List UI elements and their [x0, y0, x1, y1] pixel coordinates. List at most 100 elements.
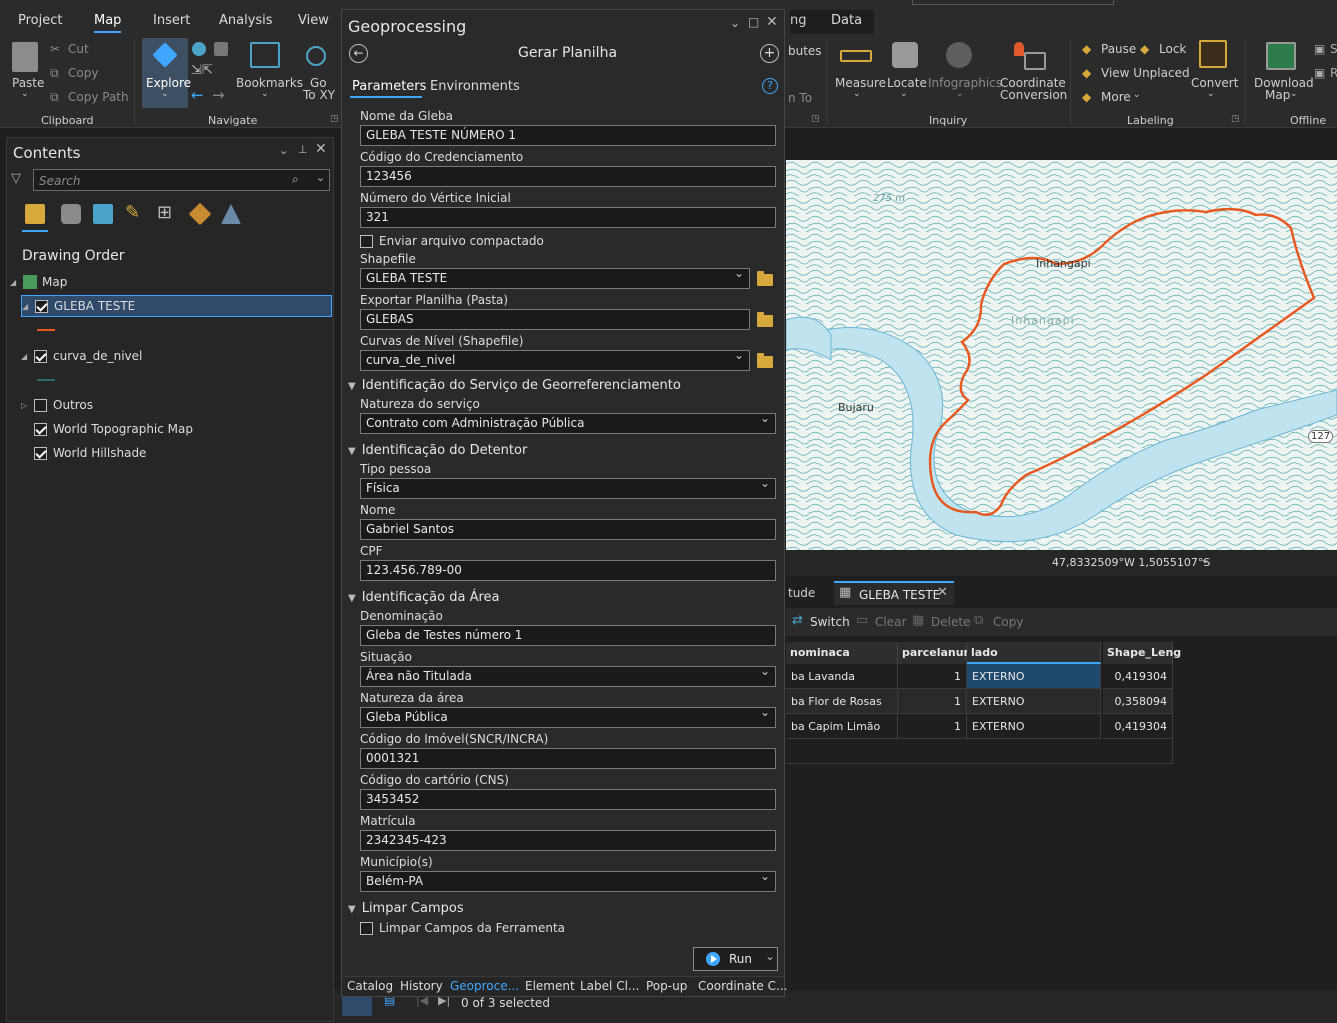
close-icon[interactable]: ✕ [937, 585, 948, 600]
table-tab-partial[interactable]: tude [788, 586, 815, 600]
codigo-credenciamento-input[interactable]: 123456 [360, 166, 776, 187]
forward-icon[interactable]: → [212, 86, 225, 104]
nome-gleba-input[interactable]: GLEBA TESTE NÚMERO 1 [360, 125, 776, 146]
nome-input[interactable]: Gabriel Santos [360, 519, 776, 540]
table-cell[interactable]: 0,358094 [1103, 689, 1173, 714]
map-view[interactable]: 275 m Inhangapi Inhangapi Bujaru 127 [786, 160, 1337, 550]
chevron-down-icon[interactable]: ⌄ [730, 16, 740, 30]
cut-button[interactable]: Cut [68, 42, 89, 56]
layer-gleba-teste[interactable]: ◢ GLEBA TESTE [21, 295, 332, 317]
list-by-perspective-icon[interactable] [221, 204, 241, 224]
layer-outros[interactable]: ▷ Outros [21, 394, 347, 416]
collapse-icon[interactable]: ▼ [348, 904, 356, 915]
map-canvas[interactable] [786, 160, 1337, 550]
search-icon[interactable]: ⌕ [292, 172, 299, 187]
section-detentor[interactable]: ▼ Identificação do Detentor [348, 443, 527, 458]
expand-icon[interactable]: ▷ [21, 401, 31, 410]
delete-button[interactable]: Delete [931, 615, 970, 629]
full-extent-icon[interactable]: ⇲⇱ [191, 63, 213, 78]
collapse-icon[interactable]: ▼ [348, 381, 356, 392]
natureza-servico-select[interactable]: Contrato com Administração Pública [360, 413, 776, 434]
browse-folder-icon[interactable] [757, 271, 773, 286]
pin-icon[interactable]: ⊥ [298, 143, 308, 156]
table-cell[interactable]: 0,419304 [1103, 664, 1173, 689]
collapse-icon[interactable]: ▼ [348, 446, 356, 457]
zoom-to-button[interactable]: n To [788, 91, 812, 105]
help-icon[interactable]: ? [762, 78, 778, 94]
layer-world-hillshade[interactable]: World Hillshade [34, 442, 360, 464]
tab-insert[interactable]: Insert [153, 13, 190, 28]
dialog-launcher-icon[interactable]: ◳ [1231, 114, 1240, 124]
table-cell[interactable]: 1 [898, 664, 967, 689]
browse-folder-icon[interactable] [757, 312, 773, 327]
pause-button[interactable]: Pause [1101, 42, 1136, 56]
more-button[interactable]: More [1101, 90, 1131, 104]
coordinates-readout[interactable]: 47,8332509°W 1,5055107°S [1052, 556, 1210, 569]
tab-coordinate-conversion[interactable]: Coordinate C... [698, 979, 787, 993]
visibility-checkbox[interactable] [34, 349, 47, 363]
explore-button[interactable]: Explore ⌄ [142, 38, 191, 108]
checkbox[interactable] [360, 921, 373, 935]
tab-view[interactable]: View [298, 13, 329, 28]
visibility-checkbox[interactable] [34, 422, 47, 436]
chevron-down-icon[interactable]: ⌄ [765, 949, 775, 963]
tab-analysis[interactable]: Analysis [219, 13, 273, 28]
table-cell[interactable]: 0,419304 [1103, 714, 1173, 739]
chevron-down-icon[interactable]: ⌄ [1200, 552, 1210, 566]
codigo-imovel-input[interactable]: 0001321 [360, 748, 776, 769]
matricula-input[interactable]: 2342345-423 [360, 830, 776, 851]
table-cell[interactable]: 1 [898, 689, 967, 714]
tipo-pessoa-select[interactable]: Física [360, 478, 776, 499]
table-cell[interactable]: EXTERNO [967, 689, 1101, 714]
tab-label-class[interactable]: Label Cl... [580, 979, 639, 993]
column-header-lado[interactable]: lado [967, 642, 1101, 664]
tab-project[interactable]: Project [18, 13, 62, 28]
remove-icon[interactable]: ▣ [1314, 66, 1325, 80]
enviar-compactado-checkbox[interactable]: Enviar arquivo compactado [360, 234, 544, 248]
table-cell[interactable]: 1 [898, 714, 967, 739]
copy-path-button[interactable]: Copy Path [68, 90, 129, 104]
filter-icon[interactable]: ▽ [11, 171, 21, 186]
tab-popup[interactable]: Pop-up [646, 979, 687, 993]
layer-curva-de-nivel[interactable]: ◢ curva_de_nivel [21, 345, 347, 367]
numero-vertice-input[interactable]: 321 [360, 207, 776, 228]
attributes-button[interactable]: butes [788, 44, 822, 58]
list-by-editing-icon[interactable]: ✎ [125, 202, 140, 223]
section-limpar[interactable]: ▼ Limpar Campos [348, 901, 464, 916]
tab-history[interactable]: History [400, 979, 443, 993]
visibility-checkbox[interactable] [34, 446, 47, 460]
table-cell[interactable]: EXTERNO [967, 714, 1101, 739]
table-cell[interactable]: ba Lavanda [786, 664, 898, 689]
list-by-selection-icon[interactable] [93, 204, 113, 224]
switch-button[interactable]: Switch [810, 615, 850, 629]
expand-icon[interactable]: ◢ [21, 352, 31, 361]
infographics-button[interactable]: Infographics [928, 76, 1002, 90]
bookmarks-button[interactable]: Bookmarks [236, 76, 303, 90]
tab-catalog[interactable]: Catalog [347, 979, 393, 993]
search-input[interactable]: Search ⌕ ⌄ [33, 169, 330, 191]
curvas-nivel-select[interactable]: curva_de_nivel [360, 350, 750, 371]
tab-partial[interactable]: ng [790, 13, 807, 28]
denominacao-input[interactable]: Gleba de Testes número 1 [360, 625, 776, 646]
locate-button[interactable]: Locate [887, 76, 927, 90]
table-tab-gleba-teste[interactable]: ▦ GLEBA TESTE ✕ [834, 581, 954, 605]
tab-environments[interactable]: Environments [430, 79, 520, 94]
situacao-select[interactable]: Área não Titulada [360, 666, 776, 687]
globe-icon[interactable] [192, 42, 206, 56]
table-cell-selected[interactable]: EXTERNO [967, 664, 1101, 689]
column-header-parcelanum[interactable]: parcelanum [898, 642, 975, 664]
measure-button[interactable]: Measure [835, 76, 886, 90]
sync-label[interactable]: S [1330, 42, 1337, 56]
view-unplaced-button[interactable]: View Unplaced [1101, 66, 1190, 80]
municipio-select[interactable]: Belém-PA [360, 871, 776, 892]
show-all-records-icon[interactable] [342, 994, 372, 1016]
list-by-source-icon[interactable] [61, 204, 81, 224]
clear-button[interactable]: Clear [875, 615, 906, 629]
dialog-launcher-icon[interactable]: ◳ [330, 114, 339, 124]
list-by-snapping-icon[interactable]: ⊞ [157, 202, 172, 223]
tab-parameters[interactable]: Parameters [352, 79, 426, 94]
expand-icon[interactable]: ◢ [10, 278, 20, 287]
visibility-checkbox[interactable] [35, 299, 48, 313]
layer-world-topographic-map[interactable]: World Topographic Map [34, 418, 360, 440]
run-button[interactable]: Run ⌄ [693, 947, 778, 971]
